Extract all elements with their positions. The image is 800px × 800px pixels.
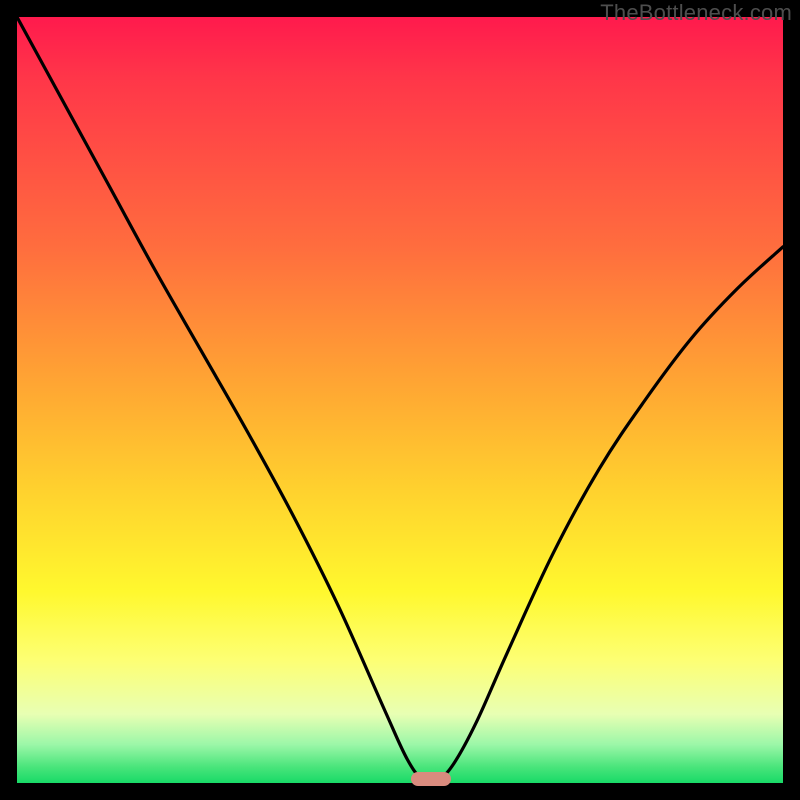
minimum-marker	[411, 772, 451, 786]
chart-frame: TheBottleneck.com	[0, 0, 800, 800]
watermark-text: TheBottleneck.com	[600, 0, 792, 26]
plot-area	[17, 17, 783, 783]
